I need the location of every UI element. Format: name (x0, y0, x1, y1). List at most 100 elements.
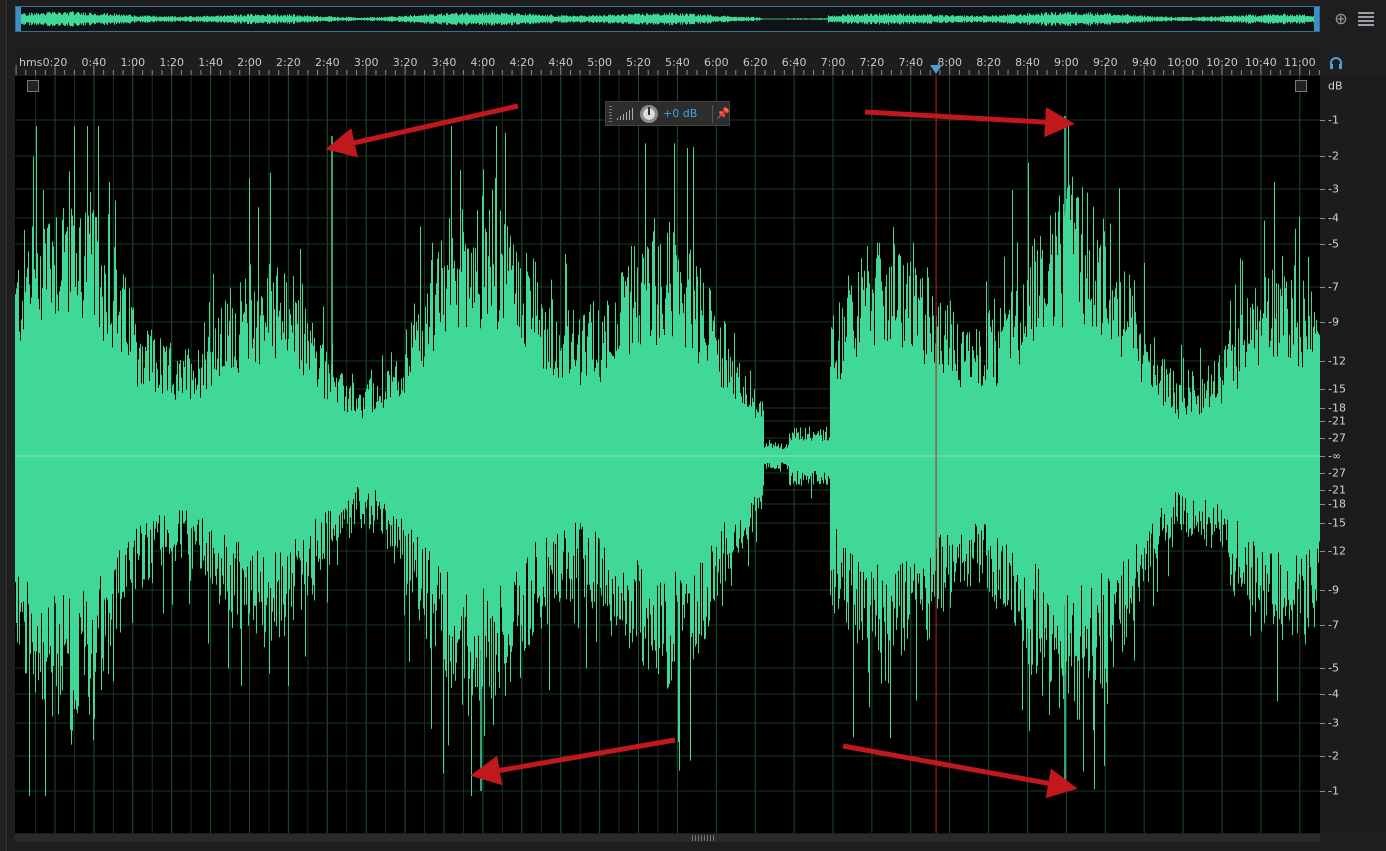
ruler-tick-label: 7:40 (898, 56, 924, 69)
ruler-tick-label: 9:40 (1131, 56, 1157, 69)
db-tick (1320, 791, 1325, 792)
pin-icon[interactable]: 📌 (716, 107, 730, 120)
db-label: -27 (1328, 431, 1346, 445)
db-label: -18 (1328, 401, 1346, 415)
zoom-icon[interactable]: ⊕ (1330, 8, 1352, 30)
ruler-tick-label: 4:40 (548, 56, 574, 69)
db-tick (1320, 456, 1325, 457)
db-tick (1320, 523, 1325, 524)
db-tick (1320, 287, 1325, 288)
left-panel-edge (0, 0, 7, 851)
db-label: -15 (1328, 516, 1346, 530)
gain-hud[interactable]: +0 dB 📌 (605, 101, 730, 126)
overview-right-handle[interactable] (1314, 7, 1319, 31)
ruler-tick-label: 3:00 (353, 56, 379, 69)
ruler-tick-label: 9:20 (1092, 56, 1118, 69)
db-tick (1320, 551, 1325, 552)
db-tick (1320, 668, 1325, 669)
db-label: -3 (1328, 716, 1339, 730)
ruler-tick-label: 10:00 (1167, 56, 1199, 69)
db-tick (1320, 590, 1325, 591)
ruler-tick-label: 2:00 (237, 56, 262, 69)
ruler-tick-label: 3:20 (392, 56, 418, 69)
db-label: -9 (1328, 315, 1339, 329)
ruler-tick-label: 6:40 (781, 56, 807, 69)
db-label: -12 (1328, 544, 1346, 558)
db-label: -15 (1328, 382, 1346, 396)
ruler-tick-label: 7:00 (820, 56, 846, 69)
corner-zoom-handle-left[interactable] (27, 80, 39, 92)
ruler-tick-label: 4:00 (470, 56, 496, 69)
ruler-tick-label: 0:20 (42, 56, 68, 69)
annotation-arrow (864, 107, 1075, 138)
db-label: -21 (1328, 414, 1346, 428)
db-tick (1320, 120, 1325, 121)
ruler-tick-label: 0:40 (81, 56, 107, 69)
knob-icon[interactable] (640, 105, 658, 123)
menu-icon[interactable] (1358, 10, 1374, 26)
headphones-icon[interactable] (1329, 57, 1343, 69)
hud-grip-handle[interactable] (609, 106, 612, 122)
db-tick (1320, 504, 1325, 505)
db-label: -5 (1328, 661, 1339, 675)
ruler-tick-label: 8:40 (1015, 56, 1040, 69)
ruler-tick-label: 8:20 (976, 56, 1001, 69)
ruler-tick-label: 2:20 (276, 56, 301, 69)
overview-waveform-graphic (16, 11, 1319, 27)
ruler-tick-label: 5:20 (626, 56, 651, 69)
ruler-tick-label: 10:40 (1245, 56, 1277, 69)
ruler-tick-label: 2:40 (314, 56, 340, 69)
db-label: -5 (1328, 237, 1339, 251)
db-tick (1320, 421, 1325, 422)
db-tick (1320, 189, 1325, 190)
ruler-tick-label: 4:20 (509, 56, 535, 69)
ruler-tick-label: 7:20 (859, 56, 885, 69)
db-tick (1320, 361, 1325, 362)
db-label: -4 (1328, 211, 1339, 225)
horizontal-scrollbar[interactable] (15, 834, 1320, 842)
db-label: -9 (1328, 583, 1339, 597)
db-tick (1320, 694, 1325, 695)
overview-left-handle[interactable] (16, 7, 21, 31)
ruler-tick-label: 1:40 (198, 56, 223, 69)
ruler-unit-label: hms (19, 56, 43, 69)
ruler-tick-label: 1:00 (120, 56, 146, 69)
ruler-tick-label: 6:20 (742, 56, 768, 69)
ruler-tick-label: 5:00 (587, 56, 612, 69)
db-tick (1320, 218, 1325, 219)
ruler-tick-label: 6:00 (703, 56, 729, 69)
meter-icon (617, 108, 633, 120)
db-scale: dB -1 -2 -3 -4 -5 -7 -9 -12 -15 -18 -21 -27 -∞ -27 -21-… (1320, 76, 1386, 833)
waveform-display[interactable] (15, 76, 1320, 833)
hud-divider (712, 105, 713, 123)
gain-value[interactable]: +0 dB (663, 107, 697, 120)
db-label: -1 (1328, 784, 1339, 798)
db-tick (1320, 473, 1325, 474)
playhead-marker[interactable] (930, 65, 943, 74)
waveform-graphic (15, 76, 1320, 833)
ruler-tick-label: 11:00 (1283, 56, 1316, 69)
annotation-arrow (842, 743, 1078, 799)
scrollbar-grip[interactable] (692, 835, 716, 841)
db-tick (1320, 625, 1325, 626)
db-label: -4 (1328, 687, 1339, 701)
db-label: -7 (1328, 618, 1339, 632)
db-label: -2 (1328, 749, 1339, 763)
time-ruler[interactable]: hms 0:20 0:40 1:00 1:20 1:40 2:00 2:20 2:40 3:00… (15, 53, 1320, 75)
db-tick (1320, 322, 1325, 323)
ruler-tick-label: 9:00 (1054, 56, 1079, 69)
db-label: -27 (1328, 466, 1346, 480)
db-tick (1320, 723, 1325, 724)
db-label: -12 (1328, 354, 1346, 368)
ruler-tick-label: 5:40 (665, 56, 690, 69)
corner-zoom-handle-right[interactable] (1295, 80, 1307, 92)
db-label: -3 (1328, 182, 1339, 196)
db-label: -21 (1328, 483, 1346, 497)
db-label: -7 (1328, 280, 1339, 294)
db-tick (1320, 756, 1325, 757)
db-label: -18 (1328, 497, 1346, 511)
overview-waveform[interactable] (15, 6, 1320, 32)
db-label: -2 (1328, 149, 1339, 163)
db-tick (1320, 389, 1325, 390)
db-tick (1320, 490, 1325, 491)
